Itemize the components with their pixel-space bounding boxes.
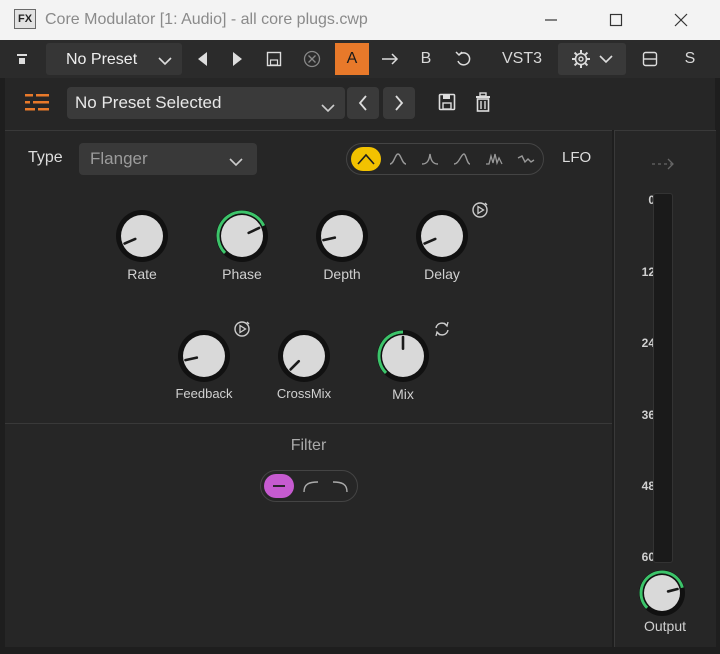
lfo-label: LFO (562, 149, 592, 166)
output-arrow-icon (651, 157, 677, 176)
lfo-peak-icon[interactable] (415, 147, 445, 171)
previous-preset-button[interactable] (186, 43, 218, 75)
save-icon[interactable] (258, 43, 290, 75)
bypass-icon[interactable] (296, 43, 328, 75)
plugin-preset-label: No Preset Selected (75, 93, 222, 112)
mix-knob[interactable] (375, 328, 431, 384)
ab-a-button[interactable]: A (335, 43, 369, 75)
app-badge: FX (14, 9, 36, 29)
phase-knob[interactable] (214, 208, 270, 264)
host-preset-dropdown[interactable]: No Preset (46, 43, 182, 75)
minimize-icon[interactable] (528, 0, 574, 40)
delay-knob[interactable] (414, 208, 470, 264)
window-title: Core Modulator [1: Audio] - all core plu… (45, 11, 368, 28)
sidechain-button[interactable]: S (674, 43, 706, 75)
next-preset-button[interactable] (222, 43, 254, 75)
plugin-format-label[interactable]: VST3 (494, 43, 550, 75)
lfo-shape-selector (346, 143, 544, 175)
maximize-icon[interactable] (593, 0, 639, 40)
close-icon[interactable] (658, 0, 704, 40)
next-preset-icon[interactable] (383, 87, 415, 119)
feedback-sync-icon[interactable] (233, 320, 251, 343)
depth-knob[interactable] (314, 208, 370, 264)
pin-icon[interactable] (6, 43, 38, 75)
delay-sync-icon[interactable] (471, 201, 489, 224)
filter-lowshelf-icon[interactable] (296, 474, 326, 498)
filter-selector (260, 470, 358, 502)
feedback-knob[interactable] (176, 328, 232, 384)
settings-dropdown[interactable] (558, 43, 626, 75)
rate-knob[interactable] (114, 208, 170, 264)
section-divider (5, 423, 612, 424)
meter-tick: 12 (641, 265, 655, 279)
type-dropdown[interactable]: Flanger (79, 143, 257, 175)
filter-highshelf-icon[interactable] (325, 474, 355, 498)
filter-label: Filter (290, 437, 327, 454)
crossmix-knob[interactable] (276, 328, 332, 384)
feedback-label: Feedback (175, 386, 233, 401)
lfo-saw-icon[interactable] (447, 147, 477, 171)
previous-preset-icon[interactable] (347, 87, 379, 119)
chevron-down-icon (158, 53, 172, 71)
output-meter (653, 193, 673, 563)
window-titlebar: FX Core Modulator [1: Audio] - all core … (0, 0, 720, 41)
delete-preset-icon[interactable] (474, 91, 492, 118)
chevron-down-icon (599, 54, 613, 64)
mix-link-icon[interactable] (433, 320, 451, 343)
type-value: Flanger (90, 149, 148, 168)
modulator-panel: Type Flanger LFO Rate Phase Depth Delay … (5, 130, 612, 647)
layout-icon[interactable] (634, 43, 666, 75)
menu-icon[interactable] (25, 92, 49, 117)
meter-tick: 36 (641, 408, 655, 422)
output-knob[interactable] (637, 568, 687, 618)
ab-b-button[interactable]: B (410, 43, 442, 75)
mix-label: Mix (392, 386, 414, 402)
meter-tick: 60 (641, 550, 655, 564)
lfo-triangle-icon[interactable] (351, 147, 381, 171)
undo-icon[interactable] (447, 43, 479, 75)
chevron-down-icon (229, 154, 243, 172)
host-preset-label: No Preset (66, 51, 138, 68)
meter-tick: 0 (648, 193, 655, 207)
crossmix-label: CrossMix (276, 386, 332, 401)
type-label: Type (28, 149, 63, 166)
chevron-down-icon (321, 98, 335, 118)
host-toolbar: No Preset A B VST3 S (0, 40, 720, 78)
filter-off-icon[interactable] (264, 474, 294, 498)
copy-a-to-b-icon[interactable] (374, 43, 406, 75)
lfo-sine-icon[interactable] (383, 147, 413, 171)
output-panel: 0 12 24 36 48 60 Output (614, 130, 716, 647)
phase-label: Phase (222, 266, 262, 282)
plugin-preset-bar: No Preset Selected (5, 78, 715, 130)
save-preset-icon[interactable] (438, 93, 456, 116)
rate-label: Rate (127, 266, 157, 282)
output-label: Output (643, 618, 687, 634)
meter-tick: 48 (641, 479, 655, 493)
depth-label: Depth (323, 266, 361, 282)
lfo-noise-icon[interactable] (511, 147, 541, 171)
meter-tick: 24 (641, 336, 655, 350)
gear-icon (571, 49, 591, 69)
plugin-preset-dropdown[interactable]: No Preset Selected (67, 87, 345, 119)
lfo-random-icon[interactable] (479, 147, 509, 171)
delay-label: Delay (424, 266, 460, 282)
